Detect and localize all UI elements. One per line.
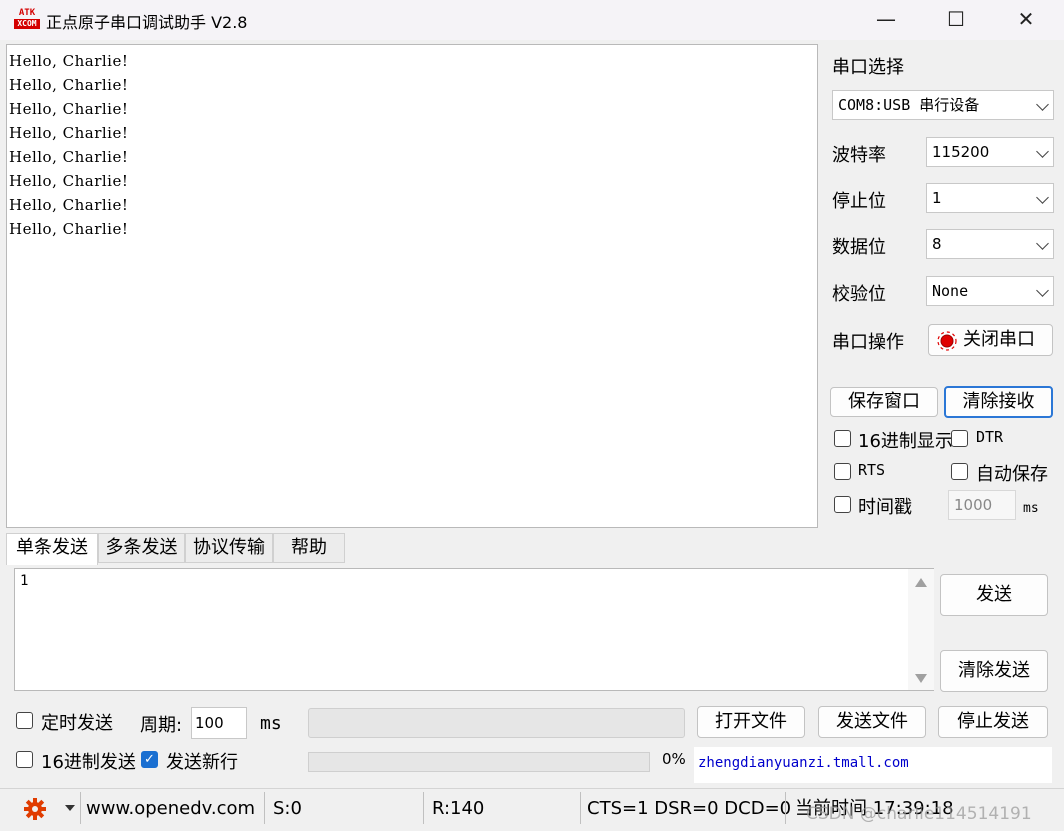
receive-line: Hello, Charlie! [9,100,129,118]
stopbits-label: 停止位 [832,191,886,212]
hex-display-label: 16进制显示 [858,431,953,452]
title-bar: ATK XCOM 正点原子串口调试助手 V2.8 — ☐ ✕ [0,0,1064,40]
tab-protocol[interactable]: 协议传输 [185,533,273,563]
timestamp-checkbox[interactable] [834,496,851,513]
tab-help[interactable]: 帮助 [273,533,345,563]
status-separator [264,792,265,824]
minimize-button[interactable]: — [856,0,916,40]
logo-top-text: ATK [18,8,36,18]
clear-receive-button[interactable]: 清除接收 [944,386,1053,418]
send-text: 1 [20,573,29,589]
timestamp-unit: ms [1023,501,1039,516]
hex-send-label: 16进制发送 [41,752,136,773]
logo-bottom-text: XCOM [14,19,40,29]
website-link[interactable]: www.openedv.com [86,790,255,830]
port-value: COM8:USB 串行设备 [838,96,980,114]
tab-single-send[interactable]: 单条发送 [6,533,98,565]
receive-line: Hello, Charlie! [9,76,129,94]
maximize-button[interactable]: ☐ [926,0,986,40]
baud-value: 115200 [932,143,990,161]
tab-multi-send[interactable]: 多条发送 [98,533,185,563]
databits-select[interactable]: 8 [926,229,1054,259]
databits-label: 数据位 [832,237,886,258]
chevron-down-icon [1036,145,1049,158]
settings-dropdown-icon[interactable] [65,805,75,811]
timestamp-input[interactable]: 1000 [948,490,1016,520]
send-textarea[interactable]: 1 [14,568,934,691]
scroll-down-icon[interactable] [915,674,927,683]
receive-textarea[interactable]: Hello, Charlie! Hello, Charlie! Hello, C… [6,44,818,528]
status-separator [785,792,786,824]
chevron-down-icon [1036,98,1049,111]
gear-icon[interactable] [22,796,48,822]
databits-value: 8 [932,235,942,253]
send-newline-checkbox[interactable]: ✓ [141,751,158,768]
period-input[interactable]: 100 [191,707,247,739]
save-window-button[interactable]: 保存窗口 [830,387,938,417]
clear-send-button[interactable]: 清除发送 [940,650,1048,692]
port-section-label: 串口选择 [832,57,904,78]
modem-signals: CTS=1 DSR=0 DCD=0 [587,798,792,819]
open-file-button[interactable]: 打开文件 [697,706,805,738]
chevron-down-icon [1036,284,1049,297]
scroll-up-icon[interactable] [915,578,927,587]
dtr-label: DTR [976,428,1004,446]
timed-send-checkbox[interactable] [16,712,33,729]
send-progress-bar [308,752,650,772]
receive-line: Hello, Charlie! [9,52,129,70]
chevron-down-icon [1036,191,1049,204]
auto-save-checkbox[interactable] [951,463,968,480]
receive-line: Hello, Charlie! [9,172,129,190]
baud-select[interactable]: 115200 [926,137,1054,167]
app-logo: ATK XCOM [14,8,40,30]
send-newline-label: 发送新行 [166,752,238,773]
status-separator [580,792,581,824]
status-separator [80,792,81,824]
receive-line: Hello, Charlie! [9,124,129,142]
progress-percent: 0% [662,750,686,768]
received-count: R:140 [432,798,485,819]
parity-label: 校验位 [832,284,886,305]
timestamp-label: 时间戳 [858,497,912,518]
url-text: zhengdianyuanzi.tmall.com [698,755,909,771]
close-port-button[interactable]: 关闭串口 [928,324,1053,356]
receive-line: Hello, Charlie! [9,220,129,238]
rts-label: RTS [858,461,886,479]
port-select[interactable]: COM8:USB 串行设备 [832,90,1054,120]
window-title: 正点原子串口调试助手 V2.8 [46,13,248,32]
period-label: 周期: [140,715,183,736]
chevron-down-icon [1036,237,1049,250]
close-button[interactable]: ✕ [996,0,1056,40]
receive-line: Hello, Charlie! [9,148,129,166]
watermark: CSDN @charlie114514191 [806,804,1032,824]
close-port-label: 关闭串口 [963,329,1035,350]
receive-line: Hello, Charlie! [9,196,129,214]
dtr-checkbox[interactable] [951,430,968,447]
send-scrollbar[interactable] [908,569,934,690]
baud-label: 波特率 [832,145,886,166]
rts-checkbox[interactable] [834,463,851,480]
stopbits-value: 1 [932,189,942,207]
hex-send-checkbox[interactable] [16,751,33,768]
url-field[interactable]: zhengdianyuanzi.tmall.com [694,747,1052,783]
send-button[interactable]: 发送 [940,574,1048,616]
parity-value: None [932,282,969,300]
period-unit: ms [260,713,282,734]
sent-count: S:0 [273,798,302,819]
timed-send-label: 定时发送 [41,713,113,734]
parity-select[interactable]: None [926,276,1054,306]
hex-display-checkbox[interactable] [834,430,851,447]
file-path-field[interactable] [308,708,685,738]
status-separator [423,792,424,824]
stop-send-button[interactable]: 停止发送 [938,706,1048,738]
stopbits-select[interactable]: 1 [926,183,1054,213]
port-op-label: 串口操作 [832,332,904,353]
auto-save-label: 自动保存 [976,464,1048,485]
port-status-icon [937,331,957,351]
send-file-button[interactable]: 发送文件 [818,706,926,738]
